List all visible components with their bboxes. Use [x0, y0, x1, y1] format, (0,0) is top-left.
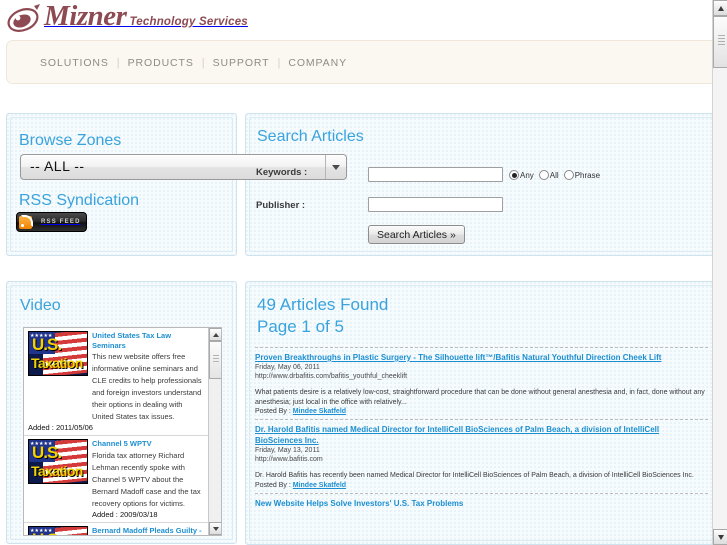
search-mode-radio-group: Any All Phrase — [509, 170, 600, 180]
article-url: http://www.bafitis.com — [255, 456, 323, 463]
radio-phrase-label: Phrase — [574, 170, 601, 180]
nav-item-products[interactable]: PRODUCTS — [120, 57, 202, 69]
articles-header: 49 Articles Found Page 1 of 5 — [257, 294, 388, 338]
video-title: Video — [20, 297, 61, 314]
primary-nav: SOLUTIONS | PRODUCTS | SUPPORT | COMPANY — [32, 57, 355, 69]
scroll-up-icon[interactable] — [209, 328, 221, 341]
video-panel: Video U.S. Taxation United States Tax La… — [6, 281, 237, 544]
thumb-line2: Taxation — [31, 463, 83, 479]
video-item-title[interactable]: United States Tax Law Seminars — [92, 331, 204, 350]
scroll-down-icon[interactable] — [209, 522, 221, 535]
video-item-title[interactable]: Channel 5 WPTV — [92, 439, 204, 449]
thumb-line2: Taxation — [31, 355, 83, 371]
keywords-input[interactable] — [368, 167, 503, 182]
article-url: http://www.drbafitis.com/bafitis_youthfu… — [255, 373, 408, 380]
list-item[interactable]: U.S. Taxation Bernard Madoff Pleads Guil… — [24, 523, 208, 536]
divider — [255, 347, 708, 348]
rss-icon — [19, 215, 32, 229]
article-author-link[interactable]: Mindee Skatfeld — [293, 408, 346, 415]
thumb-line1: U.S. — [32, 335, 62, 354]
search-mode-phrase[interactable]: Phrase — [563, 170, 601, 180]
page-scroll-down-icon[interactable] — [713, 529, 727, 545]
nav-item-support[interactable]: SUPPORT — [205, 57, 278, 69]
added-date: 2009/03/18 — [119, 509, 158, 519]
browse-zones-title: Browse Zones — [19, 132, 122, 149]
divider — [255, 492, 708, 494]
video-item-added: Added : 2011/05/06 — [28, 423, 204, 432]
article-title[interactable]: Proven Breakthroughs in Plastic Surgery … — [255, 352, 708, 363]
posted-by-label: Posted By : — [255, 408, 293, 415]
article-excerpt: What patients desire is a relatively low… — [255, 389, 705, 406]
thumb-line1: U.S. — [32, 443, 62, 462]
articles-list: Proven Breakthroughs in Plastic Surgery … — [255, 347, 708, 513]
publisher-label: Publisher : — [256, 200, 306, 211]
scrollbar-thumb[interactable] — [209, 341, 221, 379]
radio-any-icon[interactable] — [509, 170, 519, 180]
page-scroll-up-icon[interactable] — [713, 0, 727, 16]
video-item-description: This new website offers free informative… — [92, 352, 202, 421]
browse-zone-selected-value: -- ALL -- — [30, 158, 85, 174]
search-mode-any[interactable]: Any — [509, 170, 534, 180]
mizner-swoosh-icon — [6, 2, 42, 36]
site-logo[interactable]: Mizner Technology Services — [6, 2, 248, 36]
search-articles-button[interactable]: Search Articles » — [368, 225, 465, 244]
divider — [255, 419, 708, 420]
video-item-title[interactable]: Bernard Madoff Pleads Guilty - Tax Recov… — [92, 526, 204, 536]
radio-all-label: All — [549, 170, 559, 180]
video-item-description: Florida tax attorney Richard Lehman rece… — [92, 450, 201, 508]
article-item: Proven Breakthroughs in Plastic Surgery … — [255, 352, 708, 415]
article-posted-by: Posted By : Mindee Skatfeld — [255, 482, 708, 489]
article-author-link[interactable]: Mindee Skatfeld — [293, 482, 346, 489]
video-list-scrollbar[interactable] — [208, 328, 221, 535]
thumb-line1: U.S. — [32, 531, 62, 536]
article-item: New Website Helps Solve Investors' U.S. … — [255, 498, 708, 509]
browse-zones-panel: Browse Zones RSS Syndication — [6, 113, 237, 256]
primary-navbar: SOLUTIONS | PRODUCTS | SUPPORT | COMPANY — [6, 40, 720, 84]
article-date: Friday, May 06, 2011 — [255, 364, 320, 371]
keywords-label: Keywords : — [256, 167, 308, 178]
rss-feed-label: RSS FEED — [41, 219, 81, 225]
video-list: U.S. Taxation United States Tax Law Semi… — [24, 328, 208, 535]
nav-item-company[interactable]: COMPANY — [280, 57, 355, 69]
article-title[interactable]: New Website Helps Solve Investors' U.S. … — [255, 498, 708, 509]
video-item-added: Added : 2009/03/18 — [92, 510, 204, 519]
radio-any-label: Any — [520, 170, 534, 180]
video-thumbnail: U.S. Taxation — [28, 439, 88, 484]
rss-syndication-title: RSS Syndication — [19, 192, 140, 209]
radio-phrase-icon[interactable] — [563, 170, 574, 180]
video-thumbnail: U.S. Taxation — [28, 331, 88, 376]
page-scrollbar-thumb[interactable] — [713, 16, 727, 68]
article-date: Friday, May 13, 2011 — [255, 447, 320, 454]
logo-wordmark: Mizner Technology Services — [44, 0, 248, 32]
search-mode-all[interactable]: All — [538, 170, 559, 180]
chevron-down-icon[interactable] — [325, 155, 346, 179]
page-root: Mizner Technology Services SOLUTIONS | P… — [0, 0, 727, 545]
added-date: 2011/05/06 — [55, 423, 93, 432]
radio-all-icon[interactable] — [538, 170, 549, 180]
video-list-box: U.S. Taxation United States Tax Law Semi… — [23, 327, 222, 536]
search-articles-panel: Search Articles — [245, 113, 721, 256]
articles-page: Page 1 of 5 — [257, 317, 344, 336]
article-item: Dr. Harold Bafitis named Medical Directo… — [255, 424, 708, 489]
video-thumbnail: U.S. Taxation — [28, 525, 88, 536]
posted-by-label: Posted By : — [255, 481, 293, 489]
article-title[interactable]: Dr. Harold Bafitis named Medical Directo… — [255, 424, 708, 446]
logo-tagline: Technology Services — [129, 16, 248, 28]
articles-count: 49 Articles Found — [257, 295, 389, 314]
rss-feed-button[interactable]: RSS FEED — [16, 212, 87, 232]
page-scrollbar[interactable] — [712, 0, 727, 545]
list-item[interactable]: U.S. Taxation Channel 5 WPTV Florida tax… — [24, 436, 208, 523]
added-label: Added : — [92, 509, 120, 519]
articles-panel: 49 Articles Found Page 1 of 5 Proven Bre… — [245, 281, 721, 545]
search-articles-title: Search Articles — [257, 128, 364, 145]
nav-item-solutions[interactable]: SOLUTIONS — [32, 57, 117, 69]
publisher-input[interactable] — [368, 197, 503, 212]
article-posted-by: Posted By : Mindee Skatfeld — [255, 408, 708, 415]
site-header: Mizner Technology Services — [0, 0, 727, 40]
list-item[interactable]: U.S. Taxation United States Tax Law Semi… — [24, 328, 208, 436]
logo-name: Mizner — [44, 0, 127, 32]
article-excerpt: Dr. Harold Bafitis has recently been nam… — [255, 472, 694, 479]
added-label: Added : — [28, 423, 56, 432]
